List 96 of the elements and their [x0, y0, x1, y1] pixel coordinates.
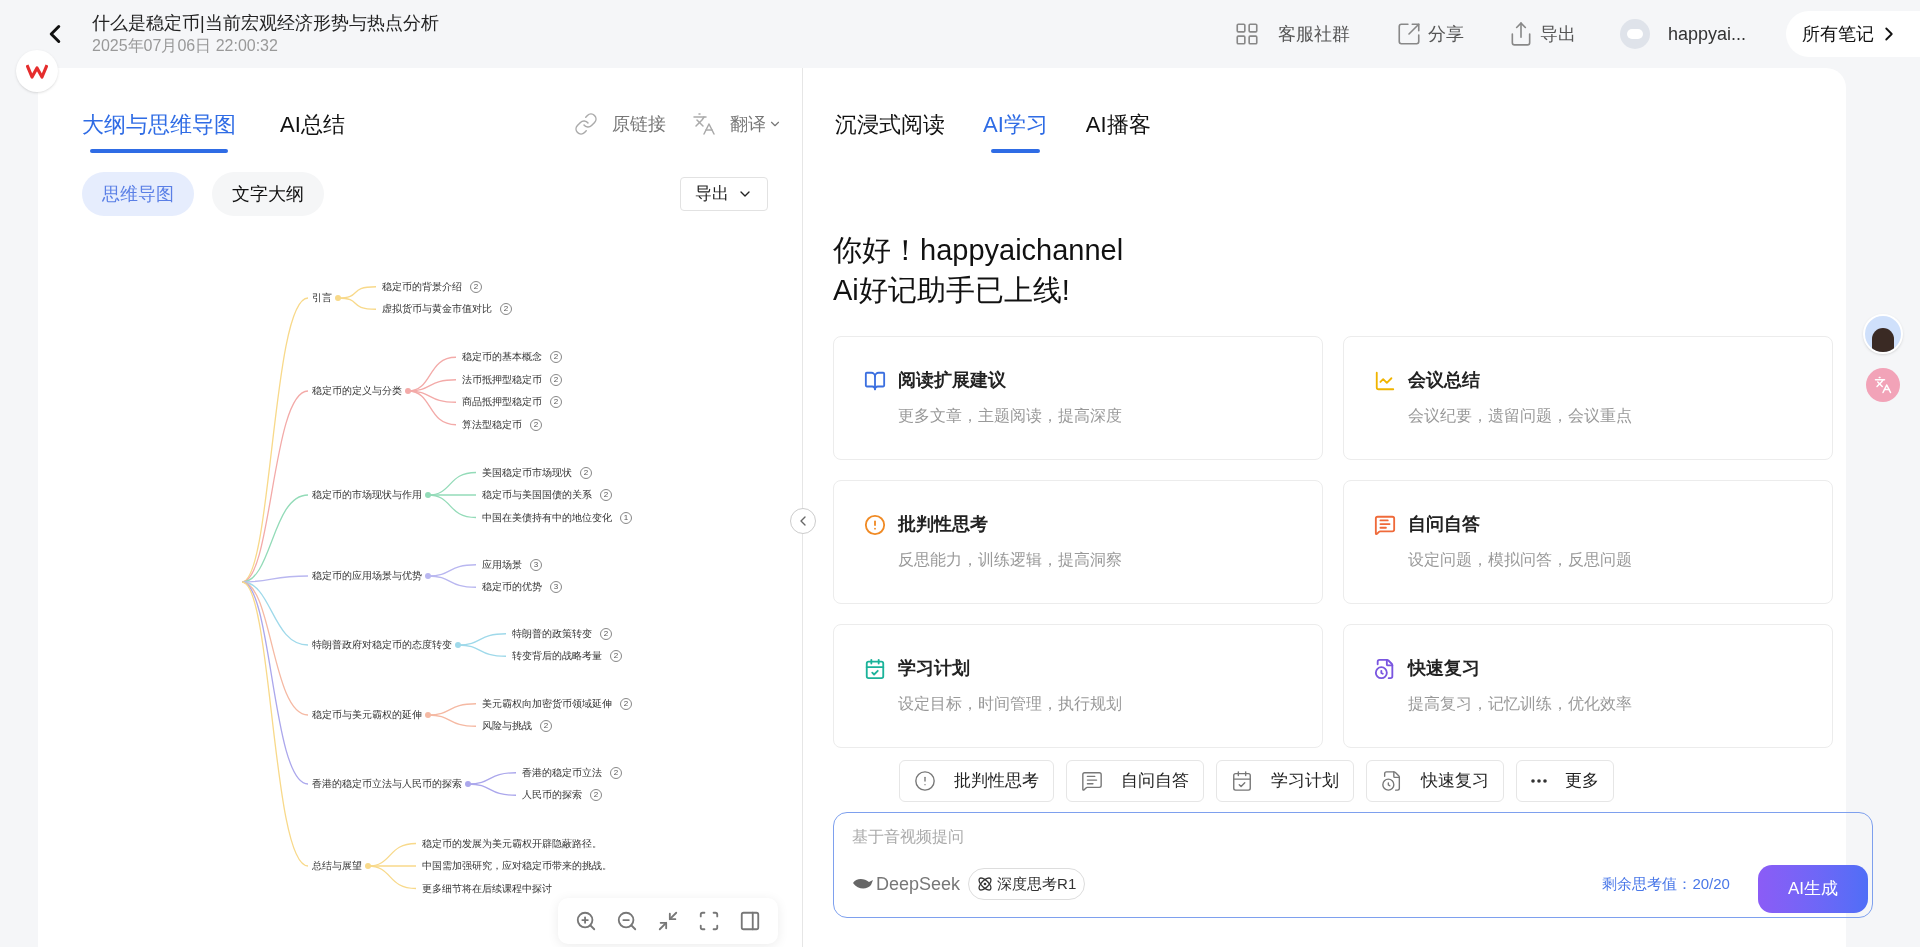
leaf-node[interactable]: 稳定币的背景介绍 — [382, 279, 462, 294]
feature-card[interactable]: 自问自答 设定问题，模拟问答，反思问题 — [1343, 480, 1833, 604]
chat-icon — [1081, 770, 1103, 792]
leaf-node[interactable]: 稳定币与美国国债的关系 — [482, 488, 592, 502]
panel-tab[interactable]: AI播客 — [1085, 107, 1151, 149]
card-title: 会议总结 — [1408, 369, 1480, 392]
document-clock-icon — [1374, 657, 1396, 680]
calendar-icon — [1231, 770, 1253, 792]
card-title: 快速复习 — [1408, 657, 1480, 680]
note-date: 2025年07月06日 22:00:32 — [92, 36, 279, 56]
card-description: 更多文章，主题阅读，提高深度 — [898, 406, 1123, 426]
card-description: 设定目标，时间管理，执行规划 — [898, 694, 1123, 714]
translate-icon — [692, 112, 716, 136]
card-description: 会议纪要，遗留问题，会议重点 — [1408, 406, 1633, 426]
leaf-node[interactable]: 稳定币的优势 — [482, 580, 542, 595]
leaf-node[interactable]: 稳定币的发展为美元霸权开辟隐蔽路径。 — [422, 836, 602, 851]
link-icon — [574, 112, 598, 136]
document-clock-icon — [1381, 770, 1403, 792]
card-title: 学习计划 — [898, 657, 970, 680]
atom-icon — [977, 876, 994, 892]
app-logo[interactable] — [16, 50, 58, 92]
leaf-node[interactable]: 转变背后的战略考量 — [512, 649, 602, 664]
quick-action-chip[interactable]: 自问自答 — [1066, 760, 1204, 802]
whale-logo-icon — [852, 877, 874, 891]
branch-node[interactable]: 稳定币的市场现状与作用 — [312, 489, 422, 501]
feature-card[interactable]: 快速复习 提高复习，记忆训练，优化效率 — [1343, 624, 1833, 748]
panel-tab[interactable]: 沉浸式阅读 — [835, 107, 945, 149]
alert-icon — [864, 513, 886, 536]
chat-icon — [1374, 513, 1396, 536]
branch-node[interactable]: 特朗普政府对稳定币的态度转变 — [312, 639, 452, 651]
feature-card[interactable]: 会议总结 会议纪要，遗留问题，会议重点 — [1343, 336, 1833, 460]
view-toggle[interactable]: 文字大纲 — [212, 172, 324, 216]
leaf-node[interactable]: 香港的稳定币立法 — [522, 765, 602, 780]
feature-card[interactable]: 批判性思考 反思能力，训练逻辑，提高洞察 — [833, 480, 1323, 604]
panel-tab[interactable]: AI总结 — [280, 107, 345, 149]
branch-node[interactable]: 稳定币与美元霸权的延伸 — [312, 709, 422, 721]
card-description: 设定问题，模拟问答，反思问题 — [1408, 550, 1633, 570]
calendar-icon — [864, 657, 886, 680]
leaf-node[interactable]: 商品抵押型稳定币 — [462, 395, 542, 410]
share-icon — [1395, 21, 1422, 47]
header-action[interactable]: 分享 — [1395, 20, 1464, 48]
leaf-node[interactable]: 稳定币的基本概念 — [462, 350, 542, 365]
leaf-node[interactable]: 美元霸权向加密货币领域延伸 — [482, 696, 612, 711]
card-description: 反思能力，训练逻辑，提高洞察 — [898, 550, 1123, 570]
branch-node[interactable]: 稳定币的定义与分类 — [312, 385, 402, 397]
quick-action-chip[interactable]: 快速复习 — [1366, 760, 1504, 802]
line-chart-icon — [1374, 369, 1396, 392]
leaf-node[interactable]: 美国稳定币市场现状 — [482, 465, 572, 480]
export-dropdown[interactable]: 导出 — [680, 177, 768, 211]
card-description: 提高复习，记忆训练，优化效率 — [1408, 694, 1633, 714]
greeting-text: Ai好记助手已上线! — [833, 273, 1071, 308]
book-icon — [864, 369, 886, 392]
branch-node[interactable]: 香港的稳定币立法与人民币的探索 — [312, 778, 462, 790]
branch-node[interactable]: 引言 — [312, 292, 332, 304]
zoom-out-icon[interactable] — [616, 910, 639, 932]
header-action[interactable]: 客服社群 — [1233, 20, 1350, 48]
toolbar-link[interactable]: 翻译 — [692, 110, 782, 146]
leaf-node[interactable]: 特朗普的政策转变 — [512, 626, 592, 641]
quick-action-chip[interactable]: 学习计划 — [1216, 760, 1354, 802]
greeting-text: 你好！happyaichannel — [833, 233, 1125, 268]
toolbar-link[interactable]: 原链接 — [574, 110, 666, 146]
assistant-avatar[interactable] — [1863, 314, 1903, 354]
quick-action-chip[interactable]: 更多 — [1516, 760, 1614, 802]
ai-generate-button[interactable]: AI生成 — [1757, 865, 1868, 913]
all-notes-button[interactable]: 所有笔记 — [1786, 11, 1920, 57]
model-name: DeepSeek — [876, 872, 961, 896]
leaf-node[interactable]: 风险与挑战 — [482, 719, 532, 734]
leaf-node[interactable]: 应用场景 — [482, 557, 522, 572]
leaf-node[interactable]: 人民币的探索 — [522, 788, 582, 803]
fullscreen-icon[interactable] — [697, 910, 720, 932]
branch-node[interactable]: 稳定币的应用场景与优势 — [312, 570, 422, 582]
user-name[interactable]: happyai... — [1667, 20, 1746, 48]
note-title: 什么是稳定币|当前宏观经济形势与热点分析 — [92, 12, 439, 35]
quota-text: 剩余思考值：20/20 — [1602, 873, 1730, 894]
panel-icon[interactable] — [738, 910, 761, 932]
leaf-node[interactable]: 更多细节将在后续课程中探讨 — [422, 881, 552, 896]
branch-node[interactable]: 总结与展望 — [312, 860, 362, 872]
card-title: 阅读扩展建议 — [898, 369, 1006, 392]
leaf-node[interactable]: 中国在美债持有中的地位变化 — [482, 510, 612, 525]
question-input[interactable]: 基于音视频提问 — [852, 825, 1854, 849]
card-title: 自问自答 — [1408, 513, 1480, 536]
feature-card[interactable]: 学习计划 设定目标，时间管理，执行规划 — [833, 624, 1323, 748]
grid-icon — [1233, 21, 1260, 47]
leaf-node[interactable]: 中国需加强研究，应对稳定币带来的挑战。 — [422, 859, 612, 873]
more-icon — [1531, 779, 1547, 783]
feature-card[interactable]: 阅读扩展建议 更多文章，主题阅读，提高深度 — [833, 336, 1323, 460]
collapse-icon[interactable] — [657, 910, 679, 932]
question-input-box[interactable]: 基于音视频提问 DeepSeek 深度思考R1 剩余思考值：20/20 AI生成 — [833, 812, 1873, 918]
leaf-node[interactable]: 虚拟货币与黄金市值对比 — [382, 302, 492, 317]
card-title: 批判性思考 — [898, 513, 988, 536]
zoom-in-icon[interactable] — [575, 910, 598, 932]
header-action[interactable]: 导出 — [1507, 20, 1576, 48]
alert-icon — [914, 770, 936, 792]
leaf-node[interactable]: 法币抵押型稳定币 — [462, 372, 542, 387]
quick-action-chip[interactable]: 批判性思考 — [899, 760, 1054, 802]
leaf-node[interactable]: 算法型稳定币 — [462, 417, 522, 432]
